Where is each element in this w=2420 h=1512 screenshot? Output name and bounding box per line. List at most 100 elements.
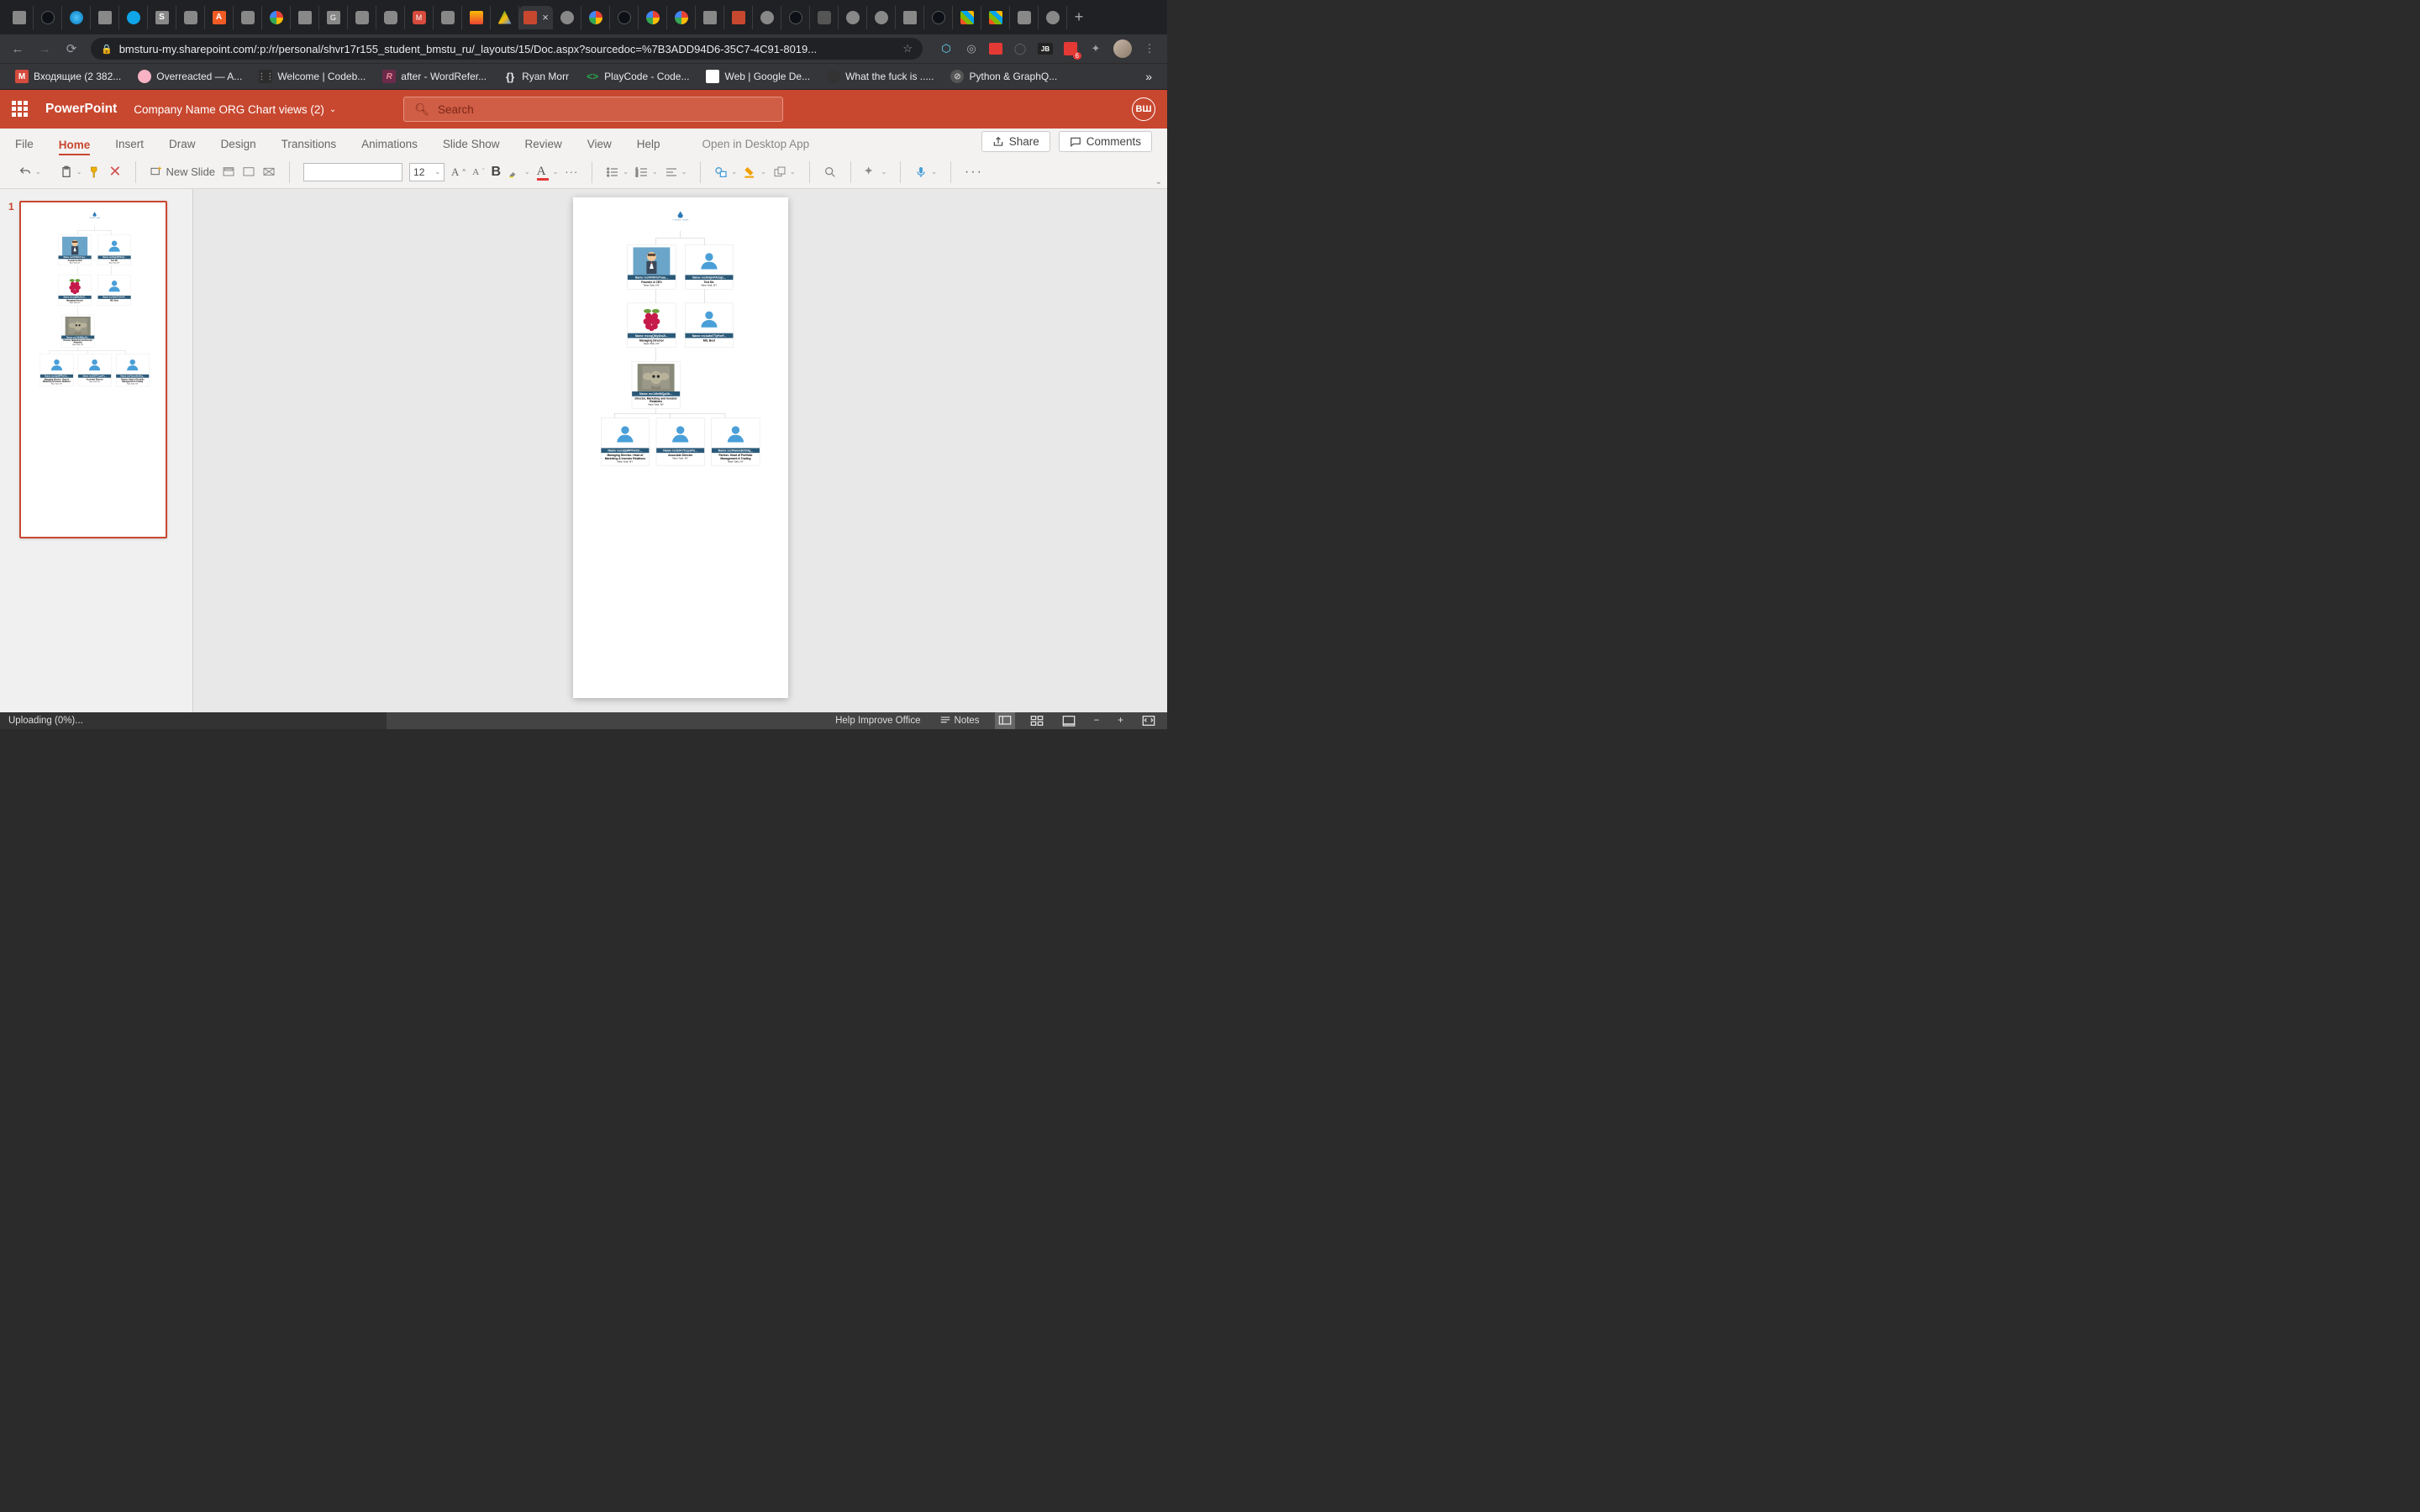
document-dropdown-icon[interactable]: ⌄ <box>329 105 336 114</box>
browser-tab[interactable]: S <box>148 6 176 29</box>
browser-tab[interactable] <box>91 6 119 29</box>
increase-font-button[interactable]: A^ <box>451 165 466 179</box>
browser-tab[interactable] <box>34 6 62 29</box>
browser-menu-icon[interactable]: ⋮ <box>1142 41 1157 56</box>
help-improve-link[interactable]: Help Improve Office <box>832 716 923 726</box>
layout-button[interactable] <box>222 165 235 179</box>
ribbon-tab-insert[interactable]: Insert <box>115 138 144 155</box>
share-button[interactable]: Share <box>981 131 1050 152</box>
user-avatar[interactable]: ВШ <box>1132 97 1155 121</box>
extension-icon[interactable] <box>989 43 1002 55</box>
browser-tab[interactable] <box>291 6 319 29</box>
decrease-font-button[interactable]: Aˇ <box>472 167 484 177</box>
new-slide-button[interactable]: New Slide <box>150 165 216 179</box>
bookmark-item[interactable]: {}Ryan Morr <box>497 67 576 86</box>
find-button[interactable] <box>823 165 837 179</box>
ribbon-tab-slideshow[interactable]: Slide Show <box>443 138 500 155</box>
browser-tab[interactable] <box>462 6 491 29</box>
bookmark-item[interactable]: ⋮⋮Welcome | Codeb... <box>252 67 372 86</box>
browser-tab[interactable] <box>491 6 519 29</box>
browser-tab[interactable] <box>176 6 205 29</box>
extension-icon[interactable]: ◎ <box>964 41 979 56</box>
url-field[interactable]: 🔒 bmsturu-my.sharepoint.com/:p:/r/person… <box>91 38 923 60</box>
bookmark-item[interactable]: MВходящие (2 382... <box>8 67 128 86</box>
bookmarks-overflow-button[interactable]: » <box>1139 70 1159 83</box>
browser-tab[interactable]: G <box>319 6 348 29</box>
browser-tab[interactable] <box>953 6 981 29</box>
browser-tab[interactable] <box>234 6 262 29</box>
paste-button[interactable]: ⌄ <box>60 165 82 179</box>
new-tab-button[interactable]: + <box>1067 8 1091 26</box>
extensions-menu-icon[interactable]: ✦ <box>1088 41 1103 56</box>
extension-icon[interactable]: ◯ <box>1013 41 1028 56</box>
browser-tab[interactable] <box>434 6 462 29</box>
open-in-desktop-button[interactable]: Open in Desktop App <box>702 138 810 155</box>
ribbon-tab-draw[interactable]: Draw <box>169 138 196 155</box>
ribbon-tab-help[interactable]: Help <box>637 138 660 155</box>
browser-tab[interactable]: M <box>405 6 434 29</box>
tab-close-icon[interactable]: × <box>542 11 549 24</box>
reset-button[interactable] <box>242 165 255 179</box>
bookmark-item[interactable]: Overreacted — A... <box>131 67 249 86</box>
search-box[interactable]: 🔍︎ Search <box>403 97 783 122</box>
reading-view-button[interactable] <box>1059 715 1079 727</box>
extension-icon[interactable]: JB <box>1038 43 1053 55</box>
ribbon-tab-view[interactable]: View <box>587 138 612 155</box>
arrange-button[interactable]: ⌄ <box>773 165 796 179</box>
bookmark-item[interactable]: Web | Google De... <box>699 67 817 86</box>
browser-tab[interactable] <box>1010 6 1039 29</box>
comments-button[interactable]: Comments <box>1059 131 1152 152</box>
browser-tab[interactable] <box>810 6 839 29</box>
browser-tab[interactable] <box>376 6 405 29</box>
slide-thumbnail[interactable]: COMPANY NAME Name recFFWVuTvau... Founde… <box>19 201 167 538</box>
browser-tab[interactable] <box>896 6 924 29</box>
slide-canvas-area[interactable]: COMPANY NAME Name recFFWVuTvau... Founde… <box>193 189 1167 712</box>
undo-button[interactable]: ⌄ <box>18 165 41 179</box>
collapse-ribbon-icon[interactable]: ⌄ <box>1155 177 1162 186</box>
bookmark-item[interactable]: ⊘Python & GraphQ... <box>944 67 1064 86</box>
bookmark-item[interactable]: <>PlayCode - Code... <box>579 67 696 86</box>
browser-tab[interactable] <box>262 6 291 29</box>
highlight-button[interactable]: ⌄ <box>508 165 530 179</box>
bookmark-star-icon[interactable]: ☆ <box>902 42 913 55</box>
ribbon-tab-design[interactable]: Design <box>221 138 256 155</box>
browser-tab[interactable] <box>581 6 610 29</box>
bullets-button[interactable]: ⌄ <box>606 165 629 179</box>
extension-icon[interactable]: ⬡ <box>939 41 954 56</box>
forward-button[interactable]: → <box>37 42 52 56</box>
slide-thumbnails-pane[interactable]: 1 COMPANY NAME Name recFFWVuTvau... Foun… <box>0 189 193 712</box>
browser-tab[interactable] <box>753 6 781 29</box>
profile-avatar[interactable] <box>1113 39 1132 58</box>
browser-tab[interactable] <box>62 6 91 29</box>
browser-tab-active[interactable]: × <box>519 6 553 29</box>
bookmark-item[interactable]: What the fuck is ..... <box>820 67 940 86</box>
font-family-select[interactable] <box>303 163 402 181</box>
slide[interactable]: COMPANY NAME Name recFFWVuTvau... Founde… <box>573 197 788 698</box>
font-size-select[interactable]: 12⌄ <box>409 163 445 181</box>
browser-tab[interactable] <box>981 6 1010 29</box>
browser-tab[interactable] <box>781 6 810 29</box>
ribbon-tab-review[interactable]: Review <box>524 138 561 155</box>
delete-button[interactable]: ✕ <box>108 163 121 181</box>
browser-tab[interactable] <box>696 6 724 29</box>
numbering-button[interactable]: 123⌄ <box>635 165 658 179</box>
designer-button[interactable]: ⌄ <box>865 165 887 179</box>
browser-tab[interactable]: A <box>205 6 234 29</box>
font-color-button[interactable]: A⌄ <box>537 165 559 179</box>
ribbon-tab-animations[interactable]: Animations <box>361 138 418 155</box>
browser-tab[interactable] <box>867 6 896 29</box>
browser-tab[interactable] <box>348 6 376 29</box>
dictate-button[interactable]: ⌄ <box>914 165 937 179</box>
normal-view-button[interactable] <box>995 712 1015 729</box>
browser-tab[interactable] <box>839 6 867 29</box>
browser-tab[interactable] <box>119 6 148 29</box>
zoom-out-button[interactable]: − <box>1091 716 1103 726</box>
browser-tab[interactable] <box>1039 6 1067 29</box>
bookmark-item[interactable]: Rafter - WordRefer... <box>376 67 493 86</box>
extension-icon[interactable]: 6 <box>1063 41 1078 56</box>
back-button[interactable]: ← <box>10 42 25 56</box>
document-title[interactable]: Company Name ORG Chart views (2) <box>134 103 324 116</box>
bold-button[interactable]: B <box>491 165 501 180</box>
shapes-button[interactable]: ⌄ <box>714 165 737 179</box>
browser-tab[interactable] <box>667 6 696 29</box>
